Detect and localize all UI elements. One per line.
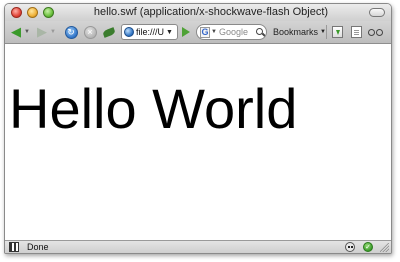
glasses-icon <box>367 28 383 36</box>
bookmarks-label: Bookmarks <box>273 27 319 37</box>
zoom-window-button[interactable] <box>43 7 54 18</box>
forward-button[interactable]: ▶ <box>34 24 50 40</box>
forward-arrow-icon: ▶ <box>37 24 47 39</box>
download-icon <box>331 26 343 38</box>
smiley-icon[interactable] <box>345 242 355 252</box>
stop-icon: × <box>83 25 97 39</box>
stop-button[interactable]: × <box>82 24 98 40</box>
page-content: Hello World <box>5 45 391 241</box>
search-bar[interactable]: G ▼ <box>196 24 267 40</box>
title-bar: hello.swf (application/x-shockwave-flash… <box>5 4 391 21</box>
go-arrow-icon <box>182 27 190 37</box>
toolbar-toggle-button[interactable] <box>369 8 385 17</box>
status-text: Done <box>27 242 49 252</box>
downloads-button[interactable] <box>330 24 344 40</box>
flash-hello-text: Hello World <box>9 77 298 140</box>
close-window-button[interactable] <box>11 7 22 18</box>
forward-history-dropdown[interactable]: ▼ <box>49 24 57 40</box>
window-title: hello.swf (application/x-shockwave-flash… <box>93 6 329 18</box>
resize-grip[interactable] <box>380 243 389 252</box>
back-arrow-icon: ◀ <box>11 24 21 39</box>
page-icon <box>350 26 362 38</box>
url-bar[interactable]: file:///U ▼ <box>121 24 178 40</box>
page-info-button[interactable] <box>349 24 363 40</box>
back-history-dropdown[interactable]: ▼ <box>23 24 31 40</box>
browser-window: hello.swf (application/x-shockwave-flash… <box>4 3 392 254</box>
url-history-dropdown[interactable]: ▼ <box>166 29 173 36</box>
reload-button[interactable]: ↻ <box>63 24 79 40</box>
toolbar-separator <box>326 25 327 39</box>
globe-icon <box>124 27 134 37</box>
home-button[interactable] <box>101 24 117 40</box>
minimize-window-button[interactable] <box>27 7 38 18</box>
leaf-icon <box>102 26 116 38</box>
reader-button[interactable] <box>367 24 383 40</box>
navigation-toolbar: ◀ ▼ ▶ ▼ ↻ × file:///U ▼ G ▼ Google Bookm… <box>5 21 391 44</box>
search-input[interactable] <box>218 27 255 37</box>
magnifier-icon[interactable] <box>255 27 265 37</box>
go-button[interactable] <box>180 24 192 40</box>
checkmark-icon[interactable]: ✓ <box>363 242 373 252</box>
url-text: file:///U <box>136 27 165 37</box>
status-bar: Done ✓ <box>5 240 391 253</box>
bookmarks-menu[interactable]: Bookmarks ▼ <box>273 24 326 40</box>
search-engine-dropdown[interactable]: ▼ <box>211 29 217 35</box>
qr-code-icon[interactable] <box>9 242 19 252</box>
reload-icon: ↻ <box>64 25 78 39</box>
back-button[interactable]: ◀ <box>8 24 24 40</box>
google-engine-icon[interactable]: G <box>200 26 210 38</box>
